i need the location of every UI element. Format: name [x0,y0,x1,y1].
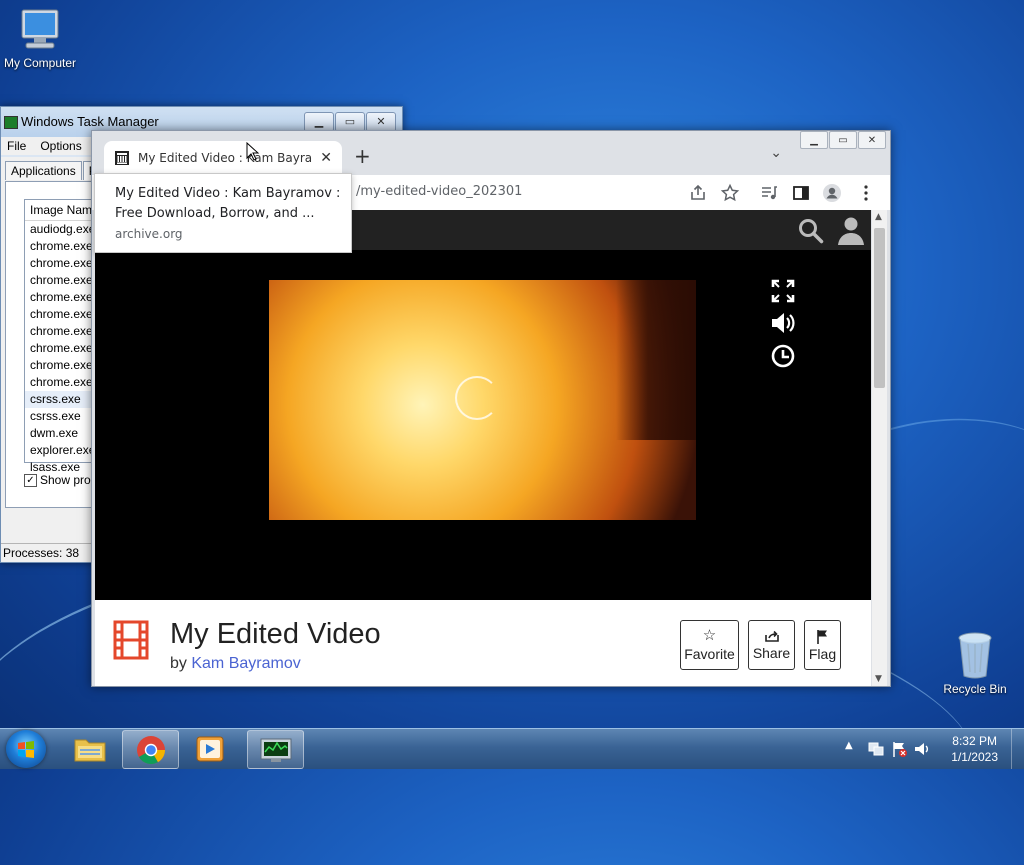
window-title: Windows Task Manager [21,114,159,129]
system-clock[interactable]: 8:32 PM 1/1/2023 [951,733,998,765]
page-content: My Edited Video by Kam Bayramov ☆ Favori… [95,210,871,686]
flag-button[interactable]: Flag [804,620,841,670]
scroll-down-icon[interactable]: ▼ [875,674,882,684]
hover-card-title-line: My Edited Video : Kam Bayramov : [115,186,341,201]
tab-hover-card: My Edited Video : Kam Bayramov : Free Do… [94,173,352,253]
tab-title: My Edited Video : Kam Bayramov [138,151,313,165]
checkbox-icon[interactable]: ✓ [24,473,37,487]
media-player-icon [196,736,223,761]
speaker-icon[interactable] [914,741,930,757]
start-button[interactable] [6,730,46,768]
recycle-bin-icon [958,632,992,679]
close-button[interactable]: ✕ [366,112,396,132]
page-scrollbar[interactable]: ▲ ▼ [872,210,887,686]
author-link[interactable]: Kam Bayramov [191,655,300,672]
new-tab-button[interactable]: + [354,145,371,167]
user-account-icon[interactable] [835,214,867,246]
desktop-icon-recycle-bin[interactable]: Recycle Bin [935,630,1015,696]
taskbar-task-manager[interactable] [247,730,304,769]
share-button[interactable]: Share [748,620,795,670]
share-label: Share [752,645,791,661]
video-frame[interactable] [269,280,696,520]
flag-icon [816,629,827,644]
fullscreen-icon[interactable] [770,278,796,304]
video-player[interactable] [95,250,871,600]
taskbar-explorer[interactable] [62,730,117,767]
taskbar-media-player[interactable] [182,730,237,767]
desktop-icon-my-computer[interactable]: My Computer [0,8,80,70]
loading-spinner-icon [455,376,499,420]
bookmark-star-icon[interactable] [720,183,740,203]
task-manager-icon [4,116,18,129]
close-button[interactable]: ✕ [858,131,886,149]
maximize-button[interactable]: ▭ [335,112,365,132]
scrollbar-thumb[interactable] [874,228,885,388]
computer-icon [21,9,59,49]
folder-icon [74,739,105,761]
item-title: My Edited Video [170,618,381,650]
side-panel-icon[interactable] [791,183,811,203]
favorite-label: Favorite [684,646,735,662]
hover-card-title-line: Free Download, Borrow, and ... [115,206,315,221]
show-desktop-button[interactable] [1011,729,1024,769]
taskbar-chrome[interactable] [122,730,179,769]
minimize-button[interactable]: ▁ [800,131,828,149]
profile-avatar-icon[interactable] [822,183,842,203]
flag-label: Flag [808,645,837,662]
clock-date: 1/1/2023 [951,750,998,764]
media-control-icon[interactable] [759,183,779,203]
minimize-button[interactable]: ▁ [304,112,334,132]
volume-icon[interactable] [770,310,796,336]
tab-close-icon[interactable]: ✕ [320,150,332,166]
tab-applications[interactable]: Applications [5,161,82,180]
taskbar: ▲ 8:32 PM 1/1/2023 [0,728,1024,769]
network-icon[interactable] [868,741,884,757]
byline-prefix: by [170,655,192,672]
browser-tab[interactable]: My Edited Video : Kam Bayramov ✕ [104,141,342,175]
item-info: My Edited Video by Kam Bayramov ☆ Favori… [95,600,871,686]
maximize-button[interactable]: ▭ [829,131,857,149]
windows-logo-icon [18,741,34,758]
item-byline: by Kam Bayramov [170,655,301,673]
hover-card-domain: archive.org [115,227,183,241]
search-icon[interactable] [797,217,825,245]
clock-icon[interactable] [770,343,796,369]
video-shadow [616,280,696,440]
archive-org-icon [115,151,129,165]
menu-file[interactable]: File [7,137,26,155]
menu-options[interactable]: Options [40,137,81,155]
star-icon: ☆ [702,627,717,644]
share-page-icon[interactable] [688,183,708,203]
share-icon [764,630,779,642]
favorite-button[interactable]: ☆ Favorite [680,620,739,670]
address-bar-text[interactable]: /my-edited-video_202301 [356,184,522,199]
desktop-icon-label: Recycle Bin [943,682,1007,696]
film-icon [113,620,149,660]
chrome-icon [136,735,165,764]
more-menu-icon[interactable] [856,183,876,203]
mouse-cursor-icon [246,142,260,161]
tab-search-chevron-icon[interactable]: ⌄ [770,145,782,161]
show-hidden-icons-icon[interactable]: ▲ [845,740,861,756]
desktop-icon-label: My Computer [3,56,77,70]
clock-time: 8:32 PM [952,734,997,748]
action-center-flag-icon[interactable] [891,741,907,757]
scroll-up-icon[interactable]: ▲ [875,212,882,222]
task-manager-icon [260,738,291,762]
